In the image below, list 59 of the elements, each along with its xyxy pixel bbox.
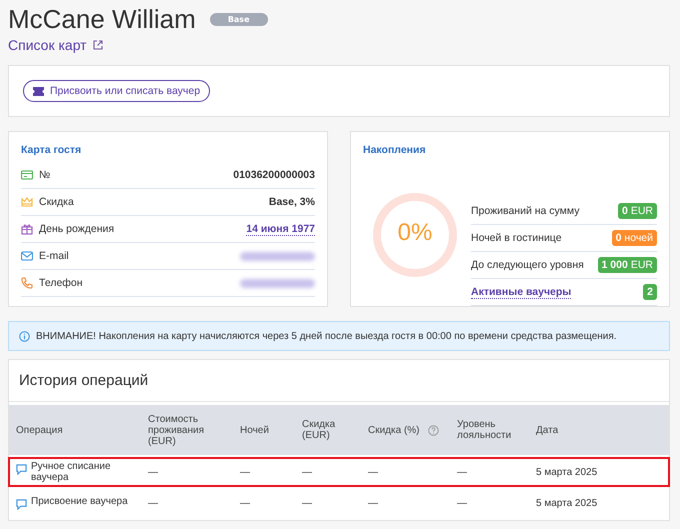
field-label: Скидка	[39, 196, 75, 208]
table-cell: 5 марта 2025	[536, 498, 598, 508]
help-icon	[428, 424, 439, 436]
field-label: День рождения	[39, 223, 116, 235]
table-cell: —	[240, 498, 250, 508]
guest-name: McCane William	[8, 4, 196, 35]
column-label: Скидка (%)	[368, 424, 420, 436]
table-cell-text: Ручное списание ваучера	[31, 461, 112, 483]
column-label: Скидка (EUR)	[302, 419, 336, 441]
cards-list-link[interactable]: Список карт	[8, 37, 87, 53]
table-cell: —	[240, 466, 250, 478]
stat-badge: 0 EUR	[618, 203, 657, 219]
column-label: Дата	[536, 424, 558, 436]
vouchers-link[interactable]: Активные ваучеры	[471, 286, 572, 298]
external-link-icon	[92, 40, 103, 50]
tier-badge: Base	[210, 13, 268, 26]
column-label: Стоимость проживания (EUR)	[148, 414, 205, 446]
comment-icon	[16, 499, 27, 510]
table-cell: —	[302, 466, 312, 478]
card-icon	[21, 169, 33, 181]
crown-icon	[21, 196, 33, 208]
stat-label: До следующего уровня	[471, 259, 584, 271]
field-value: 01036200000003	[233, 169, 315, 181]
column-label: Ночей	[240, 424, 269, 436]
field-value: Base, 3%	[268, 196, 315, 208]
progress-reading: 0%	[396, 219, 434, 247]
notice-text: ВНИМАНИЕ! Накопления на карту начисляются через 5 дней после выезда гостя в 00:00 по времени средства размещения.	[36, 330, 617, 342]
birthday-link[interactable]: 14 июня 1977	[246, 222, 315, 236]
info-icon	[19, 330, 30, 342]
table-cell: —	[457, 498, 467, 508]
stat-badge: 2	[643, 284, 657, 300]
stat-badge: 1 000 EUR	[598, 257, 657, 273]
mail-icon	[21, 250, 33, 262]
gift-icon	[21, 223, 33, 235]
field-label: №	[39, 169, 52, 181]
stat-badge: 0 ночей	[612, 230, 657, 246]
ticket-icon	[33, 86, 44, 96]
field-label: E-mail	[39, 250, 70, 262]
card-title: Накопления	[363, 144, 427, 156]
table-row[interactable]: Присвоение ваучера — — — — — 5 марта 2025	[9, 489, 669, 517]
section-title: История операций	[9, 360, 669, 402]
column-label: Уровень лояльности	[457, 419, 512, 441]
voucher-button[interactable]: Присвоить или списать ваучер	[23, 80, 210, 102]
table-cell: —	[368, 498, 378, 508]
table-cell: 5 марта 2025	[536, 466, 598, 478]
table-cell: Присвоение ваучера	[31, 496, 128, 507]
table-cell: —	[368, 466, 378, 478]
column-label: Операция	[16, 424, 63, 436]
table-cell: —	[148, 466, 158, 478]
table-cell: —	[148, 498, 158, 508]
stat-label: Проживаний на сумму	[471, 205, 580, 217]
table-cell: —	[457, 466, 467, 478]
table-cell: —	[302, 498, 312, 508]
phone-icon	[21, 277, 33, 289]
table-row[interactable]: Ручное списание ваучера — — — — — 5 марта 2025	[9, 458, 669, 486]
stat-label: Ночей в гостинице	[471, 232, 562, 244]
field-label: Телефон	[39, 277, 84, 289]
card-title: Карта гостя	[21, 144, 82, 156]
comment-icon	[16, 464, 27, 475]
